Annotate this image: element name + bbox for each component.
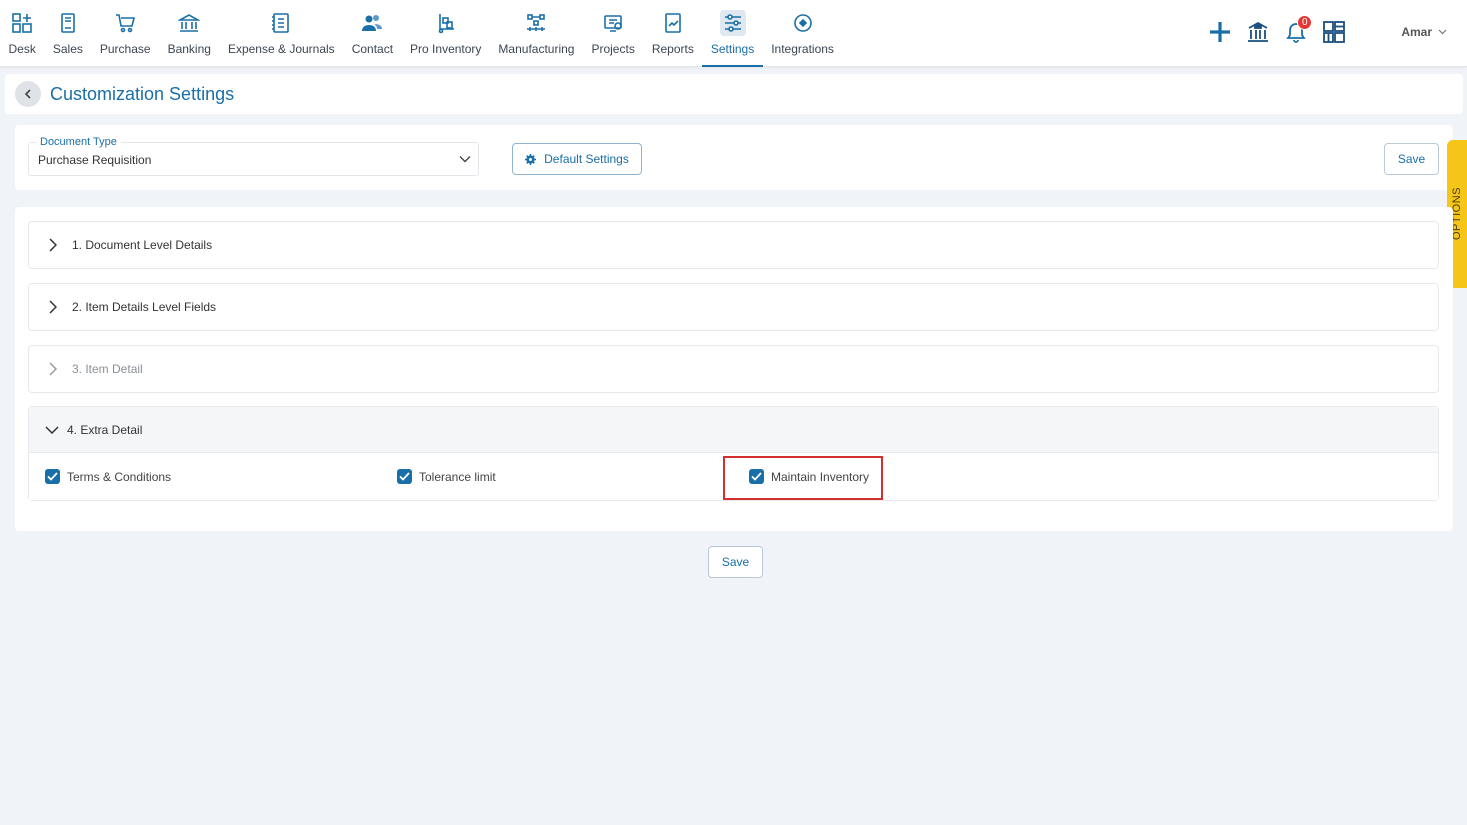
chevron-down-icon [459,156,471,163]
nav-integrations[interactable]: Integrations [763,0,843,67]
sections-card: 1. Document Level Details 2. Item Detail… [15,207,1453,531]
branch-button[interactable] [1239,14,1277,50]
nav-projects[interactable]: Projects [583,0,643,67]
nav-purchase[interactable]: Purchase [91,0,159,67]
nav-desk[interactable]: Desk [0,0,44,67]
section-header[interactable]: 3. Item Detail [29,346,1438,392]
nav-banking[interactable]: Banking [159,0,219,67]
cart-icon [112,10,138,36]
user-name: Amar [1401,25,1432,39]
checkmark-icon [749,469,764,484]
section-title: 1. Document Level Details [72,238,213,252]
chevron-right-icon [48,362,62,376]
checkbox-label: Maintain Inventory [771,469,870,484]
page-title: Customization Settings [50,83,235,104]
tolerance-limit-checkbox[interactable]: Tolerance limit [397,469,496,484]
section-header[interactable]: 4. Extra Detail [29,407,1438,452]
nav-pro-inventory[interactable]: Pro Inventory [402,0,490,67]
sales-icon [55,10,81,36]
desk-icon [9,10,35,36]
section-title: 4. Extra Detail [67,422,143,437]
apps-grid-button[interactable] [1315,14,1353,50]
chevron-right-icon [48,300,62,314]
nav-projects-label: Projects [591,42,635,56]
document-type-card: Document Type Purchase Requisition Defau… [15,125,1453,190]
nav-contact-label: Contact [351,42,394,56]
section-item-detail[interactable]: 3. Item Detail [28,345,1439,393]
chevron-left-icon [24,89,31,99]
section-extra-detail: 4. Extra Detail Terms & Conditions Toler… [28,406,1439,501]
bank-icon [176,10,202,36]
nav-pro-inventory-label: Pro Inventory [410,42,482,56]
document-type-value: Purchase Requisition [38,153,152,167]
nav-reports[interactable]: Reports [643,0,702,67]
top-navbar: Desk Sales Purchase Banking Expense & Jo… [0,0,1467,67]
section-document-level-details[interactable]: 1. Document Level Details [28,221,1439,269]
nav-sales-label: Sales [52,42,83,56]
nav-settings-label: Settings [710,42,755,56]
save-button-top[interactable]: Save [1384,143,1439,175]
default-settings-button[interactable]: Default Settings [512,143,642,175]
add-button[interactable] [1201,14,1239,50]
nav-sales[interactable]: Sales [44,0,91,67]
chevron-down-icon [45,425,59,434]
manufacturing-icon [523,10,549,36]
page-header: Customization Settings [5,74,1463,114]
document-type-label: Document Type [36,136,121,148]
nav-expense-journals[interactable]: Expense & Journals [219,0,343,67]
reports-icon [660,10,686,36]
user-menu[interactable]: Amar [1401,25,1447,39]
section-item-details-level-fields[interactable]: 2. Item Details Level Fields [28,283,1439,331]
plus-icon [1210,22,1231,42]
nav-settings[interactable]: Settings [702,0,764,67]
checkmark-icon [45,469,60,484]
save-button-bottom[interactable]: Save [708,546,763,578]
projects-icon [600,10,626,36]
checkbox-label: Tolerance limit [419,469,496,484]
nav-expense-label: Expense & Journals [227,42,335,56]
header-tools: 0 Amar [1201,14,1467,50]
building-icon [1248,21,1269,42]
nav-banking-label: Banking [167,42,211,56]
chevron-down-icon [1438,29,1447,35]
nav-manufacturing[interactable]: Manufacturing [490,0,583,67]
gear-icon [525,153,537,165]
nav-manufacturing-label: Manufacturing [498,42,575,56]
inventory-icon [433,10,459,36]
nav-contact[interactable]: Contact [343,0,401,67]
notification-badge: 0 [1297,15,1313,30]
main-nav: Desk Sales Purchase Banking Expense & Jo… [0,0,842,67]
section-title: 2. Item Details Level Fields [72,300,217,314]
checkbox-label: Terms & Conditions [67,469,172,484]
nav-purchase-label: Purchase [99,42,151,56]
settings-sliders-icon [719,10,746,36]
integrations-icon [790,10,816,36]
maintain-inventory-checkbox[interactable]: Maintain Inventory [749,469,869,484]
back-button[interactable] [15,81,41,107]
section-header[interactable]: 2. Item Details Level Fields [29,284,1438,330]
contacts-icon [359,10,385,36]
terms-conditions-checkbox[interactable]: Terms & Conditions [45,469,171,484]
journal-icon [268,10,294,36]
nav-reports-label: Reports [651,42,694,56]
extra-detail-body: Terms & Conditions Tolerance limit Maint… [29,452,1438,500]
section-title: 3. Item Detail [72,362,143,376]
notifications-button[interactable]: 0 [1277,14,1315,50]
default-settings-label: Default Settings [544,152,629,166]
checkmark-icon [397,469,412,484]
apps-grid-icon [1323,21,1346,43]
chevron-right-icon [48,238,62,252]
section-header[interactable]: 1. Document Level Details [29,222,1438,268]
nav-integrations-label: Integrations [771,42,834,56]
document-type-select[interactable]: Document Type Purchase Requisition [28,136,479,176]
nav-desk-label: Desk [8,42,36,56]
